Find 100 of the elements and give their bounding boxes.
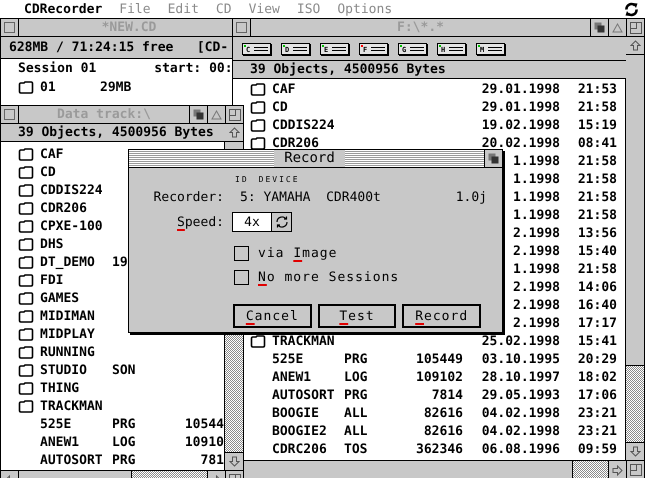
folder-icon — [250, 82, 266, 96]
file-name[interactable]: ANEW1 — [40, 434, 80, 450]
scroll-right-button[interactable] — [608, 461, 626, 478]
file-date: 2.1998 — [513, 244, 560, 258]
file-name[interactable]: TRACKMAN — [40, 398, 103, 414]
file-time: 18:02 — [578, 370, 617, 384]
file-name[interactable]: ANEW1 — [272, 370, 312, 384]
file-time: 21:58 — [578, 190, 617, 204]
close-button[interactable] — [1, 106, 19, 123]
option-label[interactable]: via Image — [258, 246, 338, 260]
file-name[interactable]: CPXE-100 — [40, 218, 103, 234]
folder-icon — [18, 256, 34, 268]
file-name[interactable]: MIDIMAN — [40, 308, 95, 324]
folder-icon — [18, 274, 34, 286]
file-name[interactable]: DHS — [40, 236, 64, 252]
file-name[interactable]: AUTOSORT — [40, 452, 103, 468]
scroll-up-button[interactable] — [225, 124, 243, 142]
folder-icon — [18, 310, 34, 322]
file-name[interactable]: 525E — [40, 416, 72, 432]
app-menu[interactable]: CDRecorder — [24, 2, 102, 16]
file-date: 03.10.1995 — [482, 352, 560, 366]
file-name[interactable]: STUDIO — [40, 362, 87, 378]
file-name[interactable]: CD — [40, 164, 56, 180]
file-name[interactable]: CDR206 — [40, 200, 87, 216]
folder-icon — [18, 220, 34, 232]
scroll-down-button[interactable] — [225, 452, 243, 470]
refresh-icon[interactable] — [624, 2, 639, 16]
folder-icon — [18, 382, 34, 394]
file-name[interactable]: CDR206 — [272, 136, 319, 150]
file-name[interactable]: CDRC206 — [272, 442, 327, 456]
vertical-scrollbar[interactable] — [626, 37, 644, 460]
file-time: 20:29 — [578, 352, 617, 366]
iconify-icon — [488, 153, 499, 164]
folder-icon — [18, 81, 34, 94]
file-name[interactable]: BOOGIE — [272, 406, 319, 420]
file-name[interactable]: CDDIS224 — [272, 118, 335, 132]
down-arrow-icon — [228, 456, 240, 467]
checkbox[interactable] — [234, 246, 249, 260]
file-date: 04.02.1998 — [482, 424, 560, 438]
file-name[interactable]: DT_DEMO — [40, 254, 95, 270]
resize-button[interactable] — [626, 461, 644, 478]
triangle-icon — [211, 110, 222, 120]
file-extension: TOS — [344, 442, 368, 456]
file-size: 7814 — [432, 388, 463, 402]
file-date: 29.01.1998 — [482, 100, 560, 114]
fuller-icon — [630, 22, 642, 34]
file-name[interactable]: FDI — [40, 272, 64, 288]
checkbox[interactable] — [234, 270, 249, 284]
close-button[interactable] — [233, 19, 251, 36]
file-name[interactable]: MIDPLAY — [40, 326, 95, 342]
triangle-icon — [612, 22, 623, 32]
iconify-button[interactable] — [484, 150, 502, 167]
option-label[interactable]: No more Sessions — [258, 270, 400, 284]
fuller-icon — [228, 108, 240, 120]
speed-field[interactable]: 4x — [232, 212, 272, 232]
horizontal-scrollbar[interactable] — [244, 460, 644, 478]
close-icon — [236, 22, 247, 33]
dialog-button[interactable]: Record — [402, 304, 482, 328]
file-name[interactable]: CDDIS224 — [40, 182, 103, 198]
back-button[interactable] — [608, 19, 626, 36]
file-extension: PRG — [344, 352, 368, 366]
session-label: Session 01 — [18, 61, 96, 76]
file-name[interactable]: CAF — [40, 146, 64, 162]
file-time: 21:58 — [578, 262, 617, 276]
back-button[interactable] — [207, 106, 225, 123]
file-name[interactable]: BOOGIE2 — [272, 424, 327, 438]
folder-icon — [18, 292, 34, 304]
dialog-title: Record — [274, 150, 345, 167]
file-time: 14:06 — [578, 280, 617, 294]
scroll-down-button[interactable] — [626, 442, 644, 460]
iconify-icon — [594, 22, 605, 33]
object-count: 39 Objects, 4500956 Bytes — [18, 125, 214, 140]
file-date: 2.1998 — [513, 280, 560, 294]
up-arrow-icon — [228, 127, 240, 138]
fuller-button[interactable] — [626, 19, 644, 36]
dialog-button[interactable]: Test — [318, 304, 396, 328]
folder-icon — [18, 400, 34, 412]
file-name[interactable]: THING — [40, 380, 80, 396]
file-name[interactable]: AUTOSORT — [272, 388, 335, 402]
file-date: 2.1998 — [513, 316, 560, 330]
file-date: 1.1998 — [513, 154, 560, 168]
file-name[interactable]: GAMES — [40, 290, 80, 306]
dialog-button[interactable]: Cancel — [233, 304, 312, 328]
file-name[interactable]: 525E — [272, 352, 304, 366]
file-size: 82616 — [424, 424, 463, 438]
file-name[interactable]: CAF — [272, 82, 296, 96]
file-size: 362346 — [416, 442, 463, 456]
down-arrow-icon — [630, 446, 640, 457]
folder-icon — [18, 148, 34, 160]
file-name[interactable]: RUNNING — [40, 344, 95, 360]
track-name[interactable]: 01 — [40, 80, 100, 95]
file-name[interactable]: CD — [272, 100, 288, 114]
file-date: 25.02.1998 — [482, 334, 560, 348]
close-button[interactable] — [1, 19, 19, 36]
fuller-button[interactable] — [225, 106, 243, 123]
file-name[interactable]: TRACKMAN — [272, 334, 335, 348]
file-time: 17:17 — [578, 316, 617, 330]
cycle-button[interactable] — [272, 212, 292, 232]
folder-icon — [18, 202, 34, 214]
scroll-up-button[interactable] — [626, 37, 644, 55]
